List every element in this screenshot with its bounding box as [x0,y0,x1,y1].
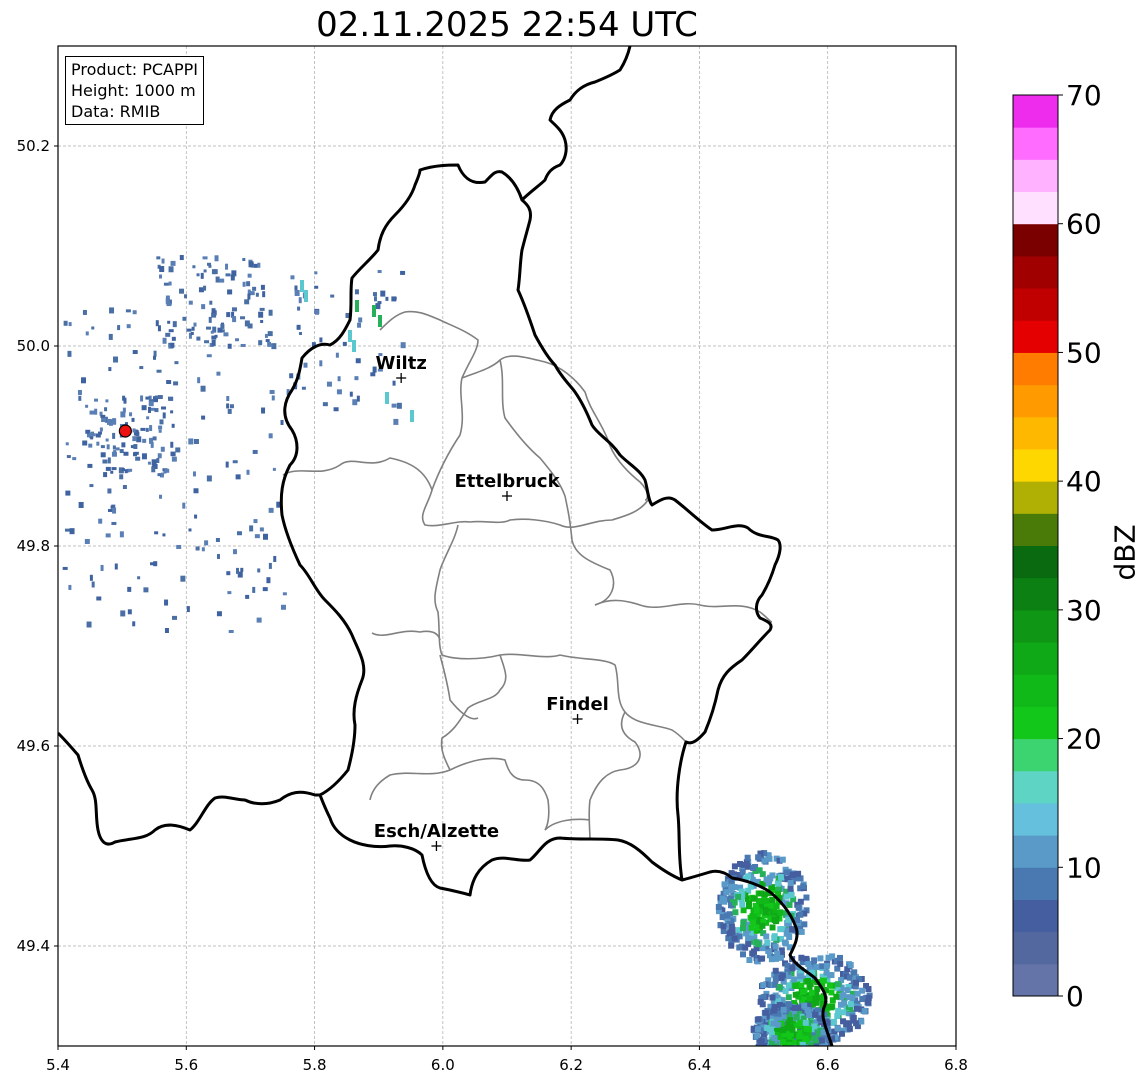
colorbar-segment [1013,255,1058,289]
colorbar [1013,95,1058,997]
colorbar-segment [1013,320,1058,353]
radar-site-marker [118,424,132,438]
map-title: 02.11.2025 22:54 UTC [316,5,698,45]
colorbar-tick-label: 0 [1066,980,1084,1013]
colorbar-segment [1013,191,1058,225]
y-tick-label: 49.8 [17,537,50,555]
y-tick-label: 50.2 [17,137,50,155]
x-tick-label: 5.6 [174,1056,198,1074]
colorbar-segment [1013,867,1058,900]
colorbar-tick-label: 40 [1066,465,1102,498]
x-tick-label: 5.8 [303,1056,327,1074]
colorbar-tick-label: 10 [1066,851,1102,884]
colorbar-segment [1013,95,1058,128]
colorbar-segment [1013,416,1058,450]
colorbar-tick-label: 20 [1066,723,1102,756]
y-tick-label: 50.0 [17,337,50,355]
colorbar-tick-label: 70 [1066,79,1102,112]
city-label: Esch/Alzette [374,821,499,842]
y-axis: 49.4 49.6 49.8 50.0 50.2 [17,137,58,955]
height-label: Height: 1000 m [71,81,196,100]
colorbar-unit: dBZ [1108,524,1142,581]
colorbar-segment [1013,352,1058,386]
map-figure: 5.4 5.6 5.8 6.0 6.2 6.4 6.6 6.8 49.4 49.6 49.8 50.… [17,45,1102,1074]
colorbar-tick-label: 30 [1066,594,1102,627]
colorbar-label: dBZ [1105,520,1145,580]
colorbar-segment [1013,448,1058,482]
data-source-label: Data: RMIB [71,102,161,121]
colorbar-segment [1013,706,1058,740]
x-tick-label: 6.0 [431,1056,455,1074]
colorbar-segment [1013,674,1058,707]
colorbar-segment [1013,127,1058,160]
product-info-box: Product: PCAPPI Height: 1000 m Data: RMI… [65,56,205,125]
x-axis: 5.4 5.6 5.8 6.0 6.2 6.4 6.6 6.8 [46,1046,968,1074]
colorbar-ticks: 0 10 20 30 40 50 60 70 [1058,79,1102,1013]
colorbar-segment [1013,963,1058,997]
x-tick-label: 6.4 [687,1056,711,1074]
x-tick-label: 6.8 [944,1056,968,1074]
x-tick-label: 5.4 [46,1056,70,1074]
colorbar-segment [1013,609,1058,643]
city-label: Ettelbruck [454,471,560,492]
colorbar-segment [1013,642,1058,675]
y-tick-label: 49.4 [17,937,50,955]
colorbar-segment [1013,738,1058,772]
colorbar-segment [1013,513,1058,546]
colorbar-segment [1013,384,1058,418]
x-tick-label: 6.2 [559,1056,583,1074]
city-label: Wiltz [376,353,427,374]
colorbar-segment [1013,577,1058,611]
colorbar-tick-label: 50 [1066,336,1102,369]
colorbar-tick-label: 60 [1066,208,1102,241]
colorbar-segment [1013,159,1058,193]
product-label: Product: PCAPPI [71,60,199,79]
colorbar-segment [1013,545,1058,579]
colorbar-segment [1013,899,1058,933]
city-label: Findel [546,694,609,715]
colorbar-segment [1013,802,1058,836]
y-tick-label: 49.6 [17,737,50,755]
colorbar-segment [1013,931,1058,965]
colorbar-segment [1013,288,1058,321]
x-tick-label: 6.6 [816,1056,840,1074]
colorbar-segment [1013,835,1058,868]
colorbar-segment [1013,481,1058,514]
colorbar-segment [1013,223,1058,257]
map-plot-area [58,46,956,1046]
colorbar-segment [1013,770,1058,804]
